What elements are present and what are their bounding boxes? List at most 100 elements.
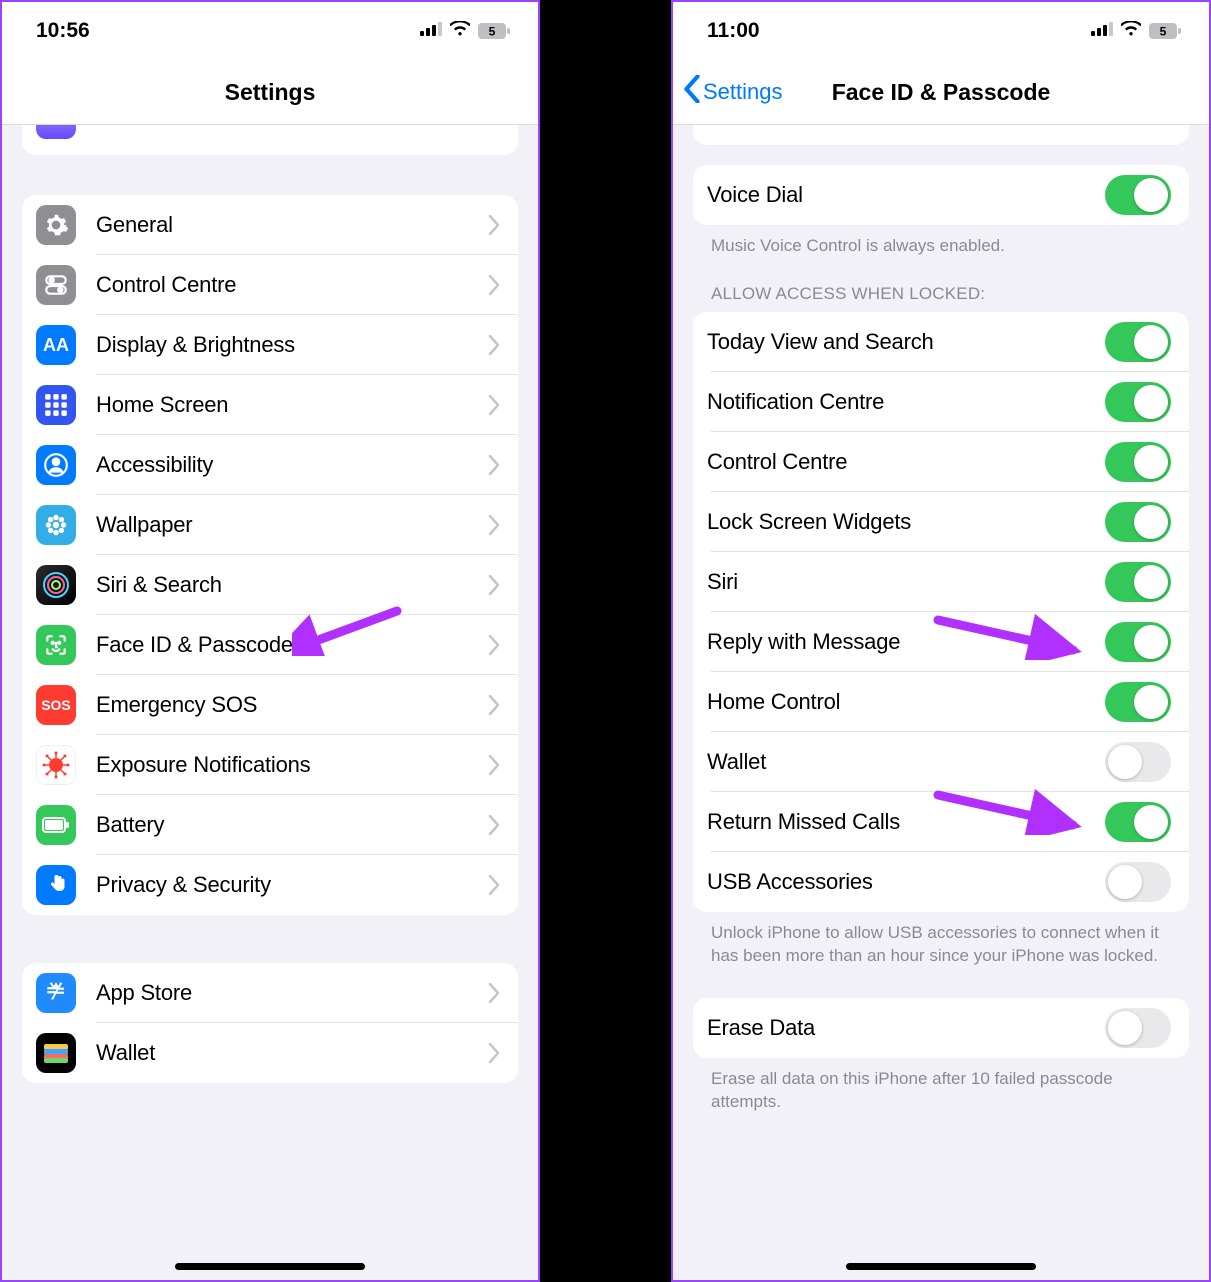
row-label: App Store [96,980,488,1006]
chevron-right-icon [488,455,500,475]
face-icon [36,625,76,665]
chevron-right-icon [488,755,500,775]
chevron-right-icon [488,635,500,655]
chevron-right-icon [488,875,500,895]
lock-widgets-toggle[interactable] [1105,502,1171,542]
settings-row-wallet[interactable]: Wallet [22,1023,518,1083]
row-label: Home Screen [96,392,488,418]
settings-row-display[interactable]: AA Display & Brightness [22,315,518,375]
settings-row-privacy[interactable]: Privacy & Security [22,855,518,915]
erase-footer: Erase all data on this iPhone after 10 f… [693,1058,1189,1114]
erase-data-row[interactable]: Erase Data [693,998,1189,1058]
back-button[interactable]: Settings [683,75,783,109]
allow-row-home-control[interactable]: Home Control [693,672,1189,732]
voice-dial-label: Voice Dial [707,182,1105,208]
allow-row-today-view[interactable]: Today View and Search [693,312,1189,372]
allow-access-group: Today View and Search Notification Centre… [693,312,1189,912]
status-bar: 10:56 5 [2,2,538,60]
row-label: Siri & Search [96,572,488,598]
chevron-right-icon [488,983,500,1003]
allow-row-return-missed[interactable]: Return Missed Calls [693,792,1189,852]
wifi-icon [1121,21,1141,41]
appstore-icon [36,973,76,1013]
allow-row-lock-widgets[interactable]: Lock Screen Widgets [693,492,1189,552]
settings-group-2: App Store Wallet [22,963,518,1083]
allow-access-header: ALLOW ACCESS WHEN LOCKED: [693,258,1189,312]
allow-row-wallet[interactable]: Wallet [693,732,1189,792]
settings-row-wallpaper[interactable]: Wallpaper [22,495,518,555]
reply-message-toggle[interactable] [1105,622,1171,662]
allow-row-control-centre[interactable]: Control Centre [693,432,1189,492]
erase-data-group: Erase Data [693,998,1189,1058]
chevron-right-icon [488,815,500,835]
row-label: Control Centre [96,272,488,298]
usb-toggle[interactable] [1105,862,1171,902]
allow-row-usb[interactable]: USB Accessories [693,852,1189,912]
settings-row-sos[interactable]: SOSEmergency SOS [22,675,518,735]
back-label: Settings [703,79,783,105]
wallet-toggle[interactable] [1105,742,1171,782]
status-bar: 11:00 5 [673,2,1209,60]
svg-text:5: 5 [489,25,496,39]
siri-toggle[interactable] [1105,562,1171,602]
settings-row-general[interactable]: General [22,195,518,255]
settings-row-accessibility[interactable]: Accessibility [22,435,518,495]
status-time: 10:56 [36,19,90,43]
faceid-content[interactable]: Voice Dial Music Voice Control is always… [673,125,1209,1280]
wifi-icon [450,21,470,41]
settings-row-home-screen[interactable]: Home Screen [22,375,518,435]
erase-data-label: Erase Data [707,1015,1105,1041]
nav-bar: Settings [2,60,538,125]
AA-icon: AA [36,325,76,365]
settings-row-battery[interactable]: Battery [22,795,518,855]
flower-icon [36,505,76,545]
today-view-toggle[interactable] [1105,322,1171,362]
virus-icon [36,745,76,785]
row-label: Control Centre [707,449,1105,475]
row-label: Privacy & Security [96,872,488,898]
settings-row-app-store[interactable]: App Store [22,963,518,1023]
allow-row-siri[interactable]: Siri [693,552,1189,612]
home-indicator [846,1263,1036,1270]
allow-row-notification-centre[interactable]: Notification Centre [693,372,1189,432]
battery-icon: 5 [1149,23,1181,39]
row-label: Notification Centre [707,389,1105,415]
settings-row-exposure[interactable]: Exposure Notifications [22,735,518,795]
chevron-right-icon [488,335,500,355]
notification-centre-toggle[interactable] [1105,382,1171,422]
row-label: Reply with Message [707,629,1105,655]
row-label: Display & Brightness [96,332,488,358]
home-control-toggle[interactable] [1105,682,1171,722]
row-label: USB Accessories [707,869,1105,895]
allow-row-reply-message[interactable]: Reply with Message [693,612,1189,672]
row-label: Wallet [707,749,1105,775]
row-label: Siri [707,569,1105,595]
voice-dial-toggle[interactable] [1105,175,1171,215]
status-time: 11:00 [707,19,760,43]
gear-icon [36,205,76,245]
row-label: Lock Screen Widgets [707,509,1105,535]
page-title: Settings [225,79,316,106]
toggles-icon [36,265,76,305]
settings-row-control-centre[interactable]: Control Centre [22,255,518,315]
status-icons: 5 [1091,21,1181,41]
settings-row-faceid[interactable]: Face ID & Passcode [22,615,518,675]
control-centre-toggle[interactable] [1105,442,1171,482]
chevron-right-icon [488,1043,500,1063]
chevron-right-icon [488,575,500,595]
hand-icon [36,865,76,905]
row-label: Wallet [96,1040,488,1066]
row-label: Today View and Search [707,329,1105,355]
cellular-icon [1091,22,1113,41]
siri-icon [36,565,76,605]
erase-data-toggle[interactable] [1105,1008,1171,1048]
return-missed-toggle[interactable] [1105,802,1171,842]
partial-previous-group [22,125,518,155]
settings-row-siri[interactable]: Siri & Search [22,555,518,615]
row-label: Face ID & Passcode [96,632,488,658]
usb-footer: Unlock iPhone to allow USB accessories t… [693,912,1189,968]
chevron-right-icon [488,695,500,715]
settings-content[interactable]: General Control Centre AA Display & Brightn… [2,125,538,1280]
row-label: General [96,212,488,238]
voice-dial-row[interactable]: Voice Dial [693,165,1189,225]
